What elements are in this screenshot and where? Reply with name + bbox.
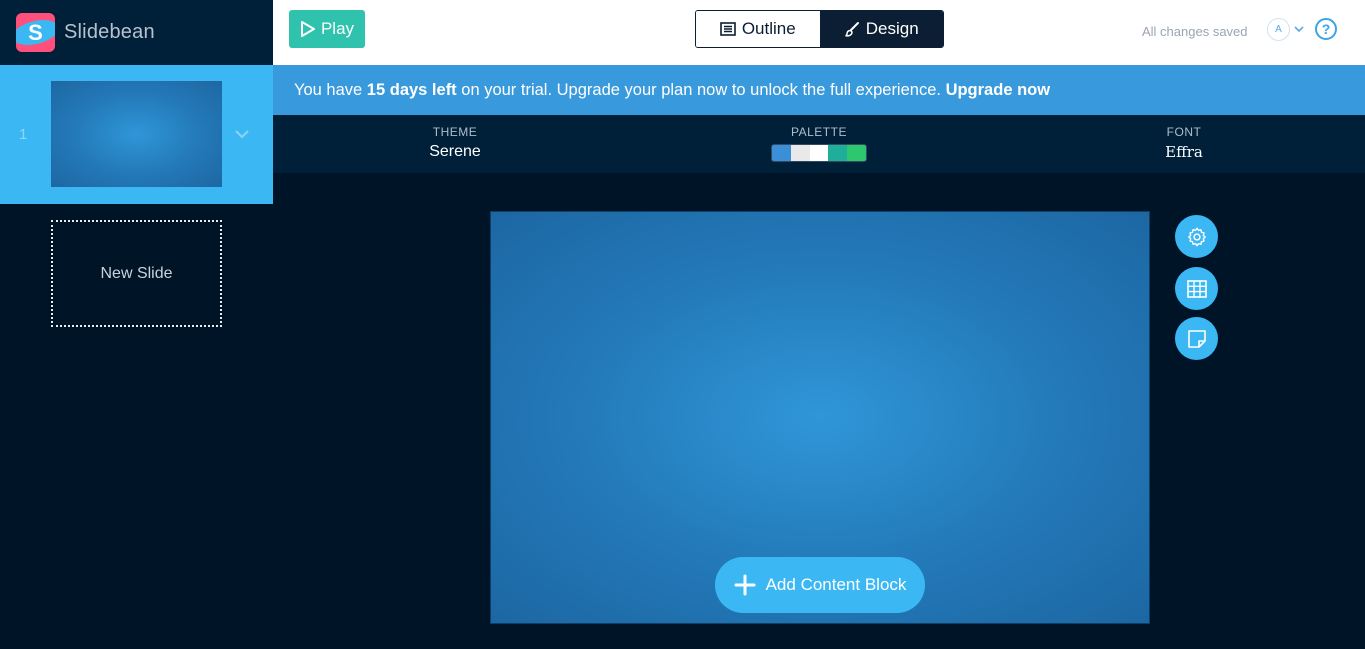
theme-value: Serene bbox=[429, 143, 481, 160]
banner-prefix: You have bbox=[294, 80, 367, 99]
tab-outline[interactable]: Outline bbox=[696, 11, 820, 47]
banner-message: on your trial. Upgrade your plan now to … bbox=[456, 80, 946, 99]
font-label: FONT bbox=[1166, 125, 1202, 139]
chevron-down-icon[interactable] bbox=[233, 125, 251, 143]
palette-swatch-3 bbox=[809, 145, 829, 161]
grid-icon bbox=[1186, 279, 1207, 298]
avatar[interactable]: A bbox=[1267, 18, 1290, 41]
theme-label: THEME bbox=[432, 125, 478, 139]
chevron-down-icon[interactable] bbox=[1293, 23, 1305, 35]
new-slide-label: New Slide bbox=[100, 264, 173, 282]
slidebean-logo-icon: S bbox=[16, 13, 55, 52]
list-icon bbox=[720, 22, 736, 36]
brush-icon bbox=[845, 22, 859, 37]
design-bar: THEME Serene PALETTE FONT Effra bbox=[273, 115, 1365, 173]
trial-banner: You have 15 days left on your trial. Upg… bbox=[273, 65, 1365, 115]
play-icon bbox=[300, 21, 315, 37]
banner-days-left: 15 days left bbox=[366, 80, 457, 99]
add-content-block-label: Add Content Block bbox=[765, 575, 907, 594]
slide-list-item[interactable]: 1 bbox=[0, 65, 273, 204]
slide-settings-button[interactable] bbox=[1175, 215, 1218, 258]
notes-button[interactable] bbox=[1175, 317, 1218, 360]
sidebar: S Slidebean 1 New Slide bbox=[0, 0, 273, 649]
play-button[interactable]: Play bbox=[289, 10, 365, 48]
new-slide-button[interactable]: New Slide bbox=[51, 220, 222, 327]
slide-number: 1 bbox=[19, 126, 28, 143]
slide-thumbnail[interactable] bbox=[51, 81, 222, 187]
design-label: Design bbox=[865, 19, 919, 38]
upgrade-now-link[interactable]: Upgrade now bbox=[946, 81, 1051, 100]
font-value: Effra bbox=[1165, 143, 1203, 161]
help-icon[interactable]: ? bbox=[1315, 18, 1337, 40]
plus-icon bbox=[734, 574, 756, 596]
layout-grid-button[interactable] bbox=[1175, 267, 1218, 310]
tab-design[interactable]: Design bbox=[819, 11, 943, 47]
font-selector[interactable]: FONT Effra bbox=[1165, 125, 1203, 161]
app-name: Slidebean bbox=[64, 21, 155, 43]
note-icon bbox=[1187, 329, 1206, 348]
play-label: Play bbox=[320, 19, 355, 38]
theme-selector[interactable]: THEME Serene bbox=[429, 125, 481, 161]
add-content-block-button[interactable]: Add Content Block bbox=[715, 557, 925, 613]
palette-swatch-2 bbox=[790, 145, 810, 161]
palette-swatch-4 bbox=[828, 145, 848, 161]
brand[interactable]: S Slidebean bbox=[0, 0, 273, 65]
outline-label: Outline bbox=[741, 19, 796, 38]
palette-selector[interactable]: PALETTE bbox=[771, 125, 867, 162]
palette-swatch-5 bbox=[847, 145, 866, 161]
gear-icon bbox=[1187, 227, 1206, 246]
palette-swatch-1 bbox=[772, 145, 791, 161]
save-status: All changes saved bbox=[1142, 24, 1248, 39]
view-toggle: Outline Design bbox=[695, 10, 944, 48]
palette-swatches[interactable] bbox=[771, 144, 867, 162]
top-bar: Play Outline Design All changes saved A … bbox=[273, 0, 1365, 65]
slide-canvas[interactable]: Add Content Block bbox=[490, 211, 1150, 624]
palette-label: PALETTE bbox=[791, 125, 847, 139]
